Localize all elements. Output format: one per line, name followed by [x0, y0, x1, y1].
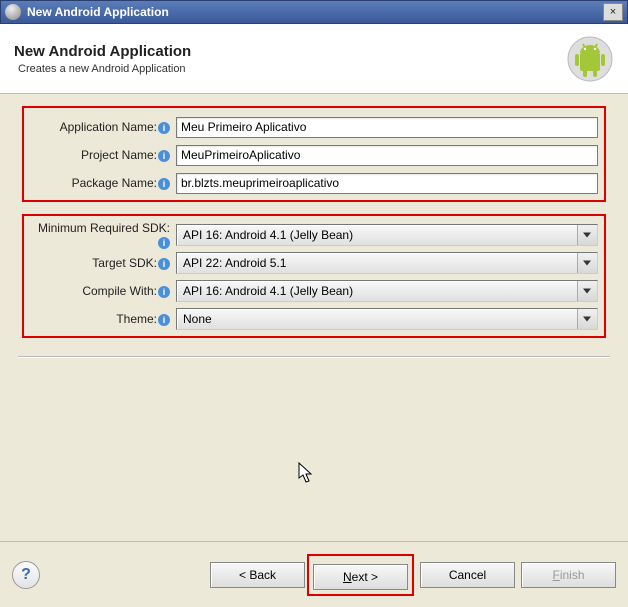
chevron-down-icon — [577, 281, 597, 301]
target-sdk-dropdown[interactable]: API 22: Android 5.1 — [176, 252, 598, 274]
project-name-input[interactable] — [176, 145, 598, 166]
theme-label: Theme:i — [30, 312, 172, 326]
compile-with-value: API 16: Android 4.1 (Jelly Bean) — [183, 284, 353, 298]
theme-value: None — [183, 312, 212, 326]
chevron-down-icon — [577, 253, 597, 273]
target-sdk-row: Target SDK:i API 22: Android 5.1 — [30, 252, 598, 274]
divider — [18, 356, 610, 358]
min-sdk-row: Minimum Required SDK:i API 16: Android 4… — [30, 224, 598, 246]
info-icon[interactable]: i — [158, 314, 170, 326]
project-name-label: Project Name:i — [30, 148, 172, 162]
target-sdk-value: API 22: Android 5.1 — [183, 256, 286, 270]
next-button-highlight: Next > — [307, 554, 414, 596]
naming-group-highlight: Application Name:i Project Name:i Packag… — [22, 106, 606, 202]
target-sdk-label: Target SDK:i — [30, 256, 172, 270]
finish-button: Finish — [521, 562, 616, 588]
info-icon[interactable]: i — [158, 178, 170, 190]
app-name-input[interactable] — [176, 117, 598, 138]
info-icon[interactable]: i — [158, 258, 170, 270]
sdk-group-highlight: Minimum Required SDK:i API 16: Android 4… — [22, 214, 606, 338]
info-icon[interactable]: i — [158, 150, 170, 162]
info-icon[interactable]: i — [158, 237, 170, 249]
package-name-row: Package Name:i — [30, 172, 598, 194]
eclipse-icon — [5, 4, 21, 20]
chevron-down-icon — [577, 225, 597, 245]
min-sdk-label: Minimum Required SDK:i — [30, 221, 172, 249]
page-subtitle: Creates a new Android Application — [18, 63, 566, 75]
info-icon[interactable]: i — [158, 286, 170, 298]
titlebar: New Android Application × — [0, 0, 628, 24]
compile-with-dropdown[interactable]: API 16: Android 4.1 (Jelly Bean) — [176, 280, 598, 302]
chevron-down-icon — [577, 309, 597, 329]
project-name-row: Project Name:i — [30, 144, 598, 166]
page-title: New Android Application — [14, 43, 566, 60]
theme-row: Theme:i None — [30, 308, 598, 330]
min-sdk-value: API 16: Android 4.1 (Jelly Bean) — [183, 228, 353, 242]
window-title: New Android Application — [27, 5, 603, 19]
next-button[interactable]: Next > — [313, 564, 408, 590]
compile-with-row: Compile With:i API 16: Android 4.1 (Jell… — [30, 280, 598, 302]
back-button[interactable]: < Back — [210, 562, 305, 588]
app-name-row: Application Name:i — [30, 116, 598, 138]
close-button[interactable]: × — [603, 3, 623, 21]
min-sdk-dropdown[interactable]: API 16: Android 4.1 (Jelly Bean) — [176, 224, 598, 246]
mouse-cursor-icon — [298, 462, 316, 487]
close-icon: × — [610, 6, 616, 18]
package-name-input[interactable] — [176, 173, 598, 194]
info-icon[interactable]: i — [158, 122, 170, 134]
wizard-footer: ? < Back Next > Cancel Finish — [0, 541, 628, 607]
cancel-button[interactable]: Cancel — [420, 562, 515, 588]
package-name-label: Package Name:i — [30, 176, 172, 190]
theme-dropdown[interactable]: None — [176, 308, 598, 330]
help-button[interactable]: ? — [12, 561, 40, 589]
android-icon — [566, 35, 614, 83]
wizard-header: New Android Application Creates a new An… — [0, 24, 628, 94]
wizard-content: Application Name:i Project Name:i Packag… — [0, 94, 628, 541]
compile-with-label: Compile With:i — [30, 284, 172, 298]
app-name-label: Application Name:i — [30, 120, 172, 134]
